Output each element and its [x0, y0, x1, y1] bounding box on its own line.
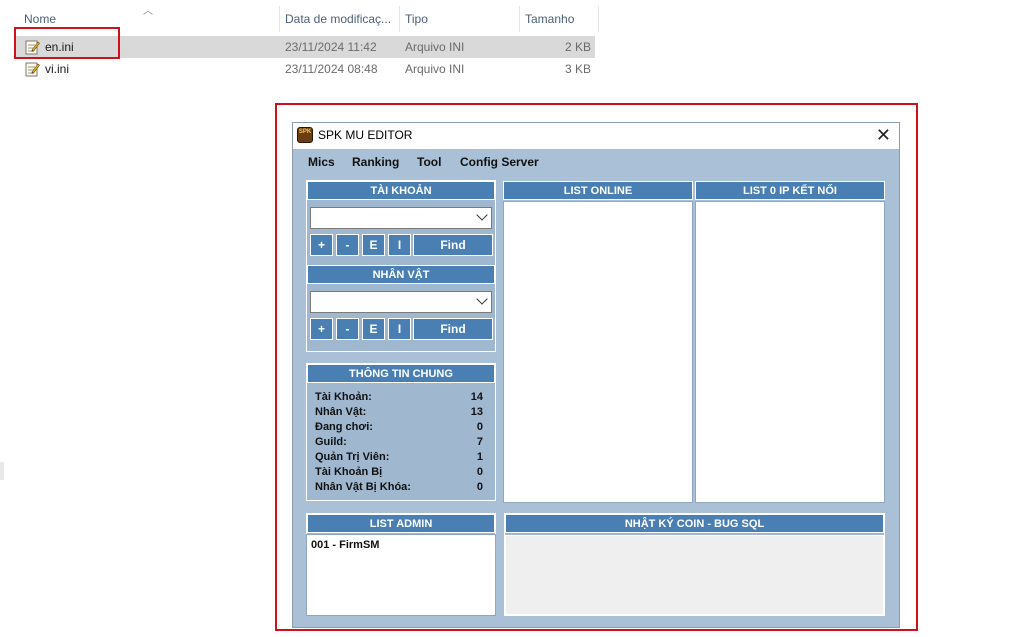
account-header: TÀI KHOẢN	[307, 181, 495, 200]
character-select[interactable]	[310, 291, 492, 313]
list-admin-box[interactable]: 001 - FirmSM	[306, 534, 496, 616]
character-find-button[interactable]: Find	[413, 318, 493, 340]
stat-value: 1	[476, 451, 483, 463]
stat-value: 0	[476, 421, 483, 433]
column-divider[interactable]	[598, 6, 599, 32]
menu-mics[interactable]: Mics	[308, 155, 335, 169]
general-info-panel: THÔNG TIN CHUNG Tài Khoản: 14 Nhân Vật: …	[306, 363, 496, 501]
account-select[interactable]	[310, 207, 492, 229]
stat-label: Quản Trị Viên:	[315, 451, 390, 463]
log-header: NHẬT KÝ COIN - BUG SQL	[505, 514, 884, 533]
file-date: 23/11/2024 08:48	[285, 62, 378, 76]
list-online-header: LIST ONLINE	[503, 181, 693, 200]
spk-mu-editor-window: SPK SPK MU EDITOR ✕ Mics Ranking Tool Co…	[292, 122, 900, 628]
scroll-marker	[0, 462, 4, 480]
stat-value: 0	[476, 481, 483, 493]
stat-value: 7	[476, 436, 483, 448]
character-info-button[interactable]: I	[388, 318, 411, 340]
character-header: NHÂN VẬT	[307, 265, 495, 284]
stat-label: Tài Khoản:	[315, 391, 372, 403]
app-logo-icon: SPK	[297, 127, 313, 143]
column-header-type[interactable]: Tipo	[405, 10, 428, 28]
column-header-date[interactable]: Data de modificaç...	[285, 10, 391, 28]
column-divider[interactable]	[519, 6, 520, 32]
log-box[interactable]	[505, 535, 884, 615]
list-admin-panel: LIST ADMIN 001 - FirmSM	[306, 513, 496, 616]
stat-value: 14	[470, 391, 483, 403]
file-size: 3 KB	[564, 62, 591, 76]
list-admin-header: LIST ADMIN	[307, 514, 495, 533]
chevron-down-icon	[476, 209, 488, 221]
stat-label: Guild:	[315, 436, 347, 448]
ini-file-icon	[25, 62, 40, 77]
column-divider[interactable]	[399, 6, 400, 32]
title-bar[interactable]: SPK SPK MU EDITOR ✕	[293, 123, 899, 149]
general-info-header: THÔNG TIN CHUNG	[307, 364, 495, 383]
file-type: Arquivo INI	[405, 62, 465, 76]
account-add-button[interactable]: +	[310, 234, 333, 256]
chevron-down-icon	[476, 293, 488, 305]
list-ip-box[interactable]	[695, 201, 885, 503]
sort-ascending-icon[interactable]: ︿	[143, 2, 153, 17]
character-remove-button[interactable]: -	[336, 318, 359, 340]
column-header-name[interactable]: Nome	[24, 10, 56, 28]
account-find-button[interactable]: Find	[413, 234, 493, 256]
close-icon[interactable]: ✕	[876, 125, 891, 145]
character-add-button[interactable]: +	[310, 318, 333, 340]
stat-value: 13	[470, 406, 483, 418]
menu-ranking[interactable]: Ranking	[352, 155, 399, 169]
stat-label: Tài Khoản Bị	[315, 466, 383, 478]
stat-label: Đang chơi:	[315, 421, 373, 433]
list-item[interactable]: 001 - FirmSM	[311, 539, 379, 551]
list-online-box[interactable]	[503, 201, 693, 503]
menu-bar: Mics Ranking Tool Config Server	[293, 149, 899, 173]
file-size: 2 KB	[564, 40, 591, 54]
window-title: SPK MU EDITOR	[318, 128, 413, 142]
file-date: 23/11/2024 11:42	[285, 40, 377, 54]
menu-tool[interactable]: Tool	[417, 155, 441, 169]
character-edit-button[interactable]: E	[362, 318, 385, 340]
file-type: Arquivo INI	[405, 40, 465, 54]
account-character-panel: TÀI KHOẢN + - E I Find NHÂN VẬT + - E I …	[306, 180, 496, 352]
account-edit-button[interactable]: E	[362, 234, 385, 256]
stat-label: Nhân Vật:	[315, 406, 367, 418]
account-info-button[interactable]: I	[388, 234, 411, 256]
column-header-size[interactable]: Tamanho	[525, 10, 574, 28]
file-row-vi-ini[interactable]: vi.ini 23/11/2024 08:48 Arquivo INI 3 KB	[14, 58, 595, 80]
stat-label: Nhân Vật Bị Khóa:	[315, 481, 411, 493]
file-name: vi.ini	[45, 62, 70, 76]
account-remove-button[interactable]: -	[336, 234, 359, 256]
log-panel: NHẬT KÝ COIN - BUG SQL	[504, 513, 885, 616]
stat-value: 0	[476, 466, 483, 478]
highlight-box-file	[14, 27, 120, 59]
column-divider[interactable]	[279, 6, 280, 32]
list-ip-header: LIST 0 IP KẾT NỐI	[695, 181, 885, 200]
menu-config-server[interactable]: Config Server	[460, 155, 539, 169]
